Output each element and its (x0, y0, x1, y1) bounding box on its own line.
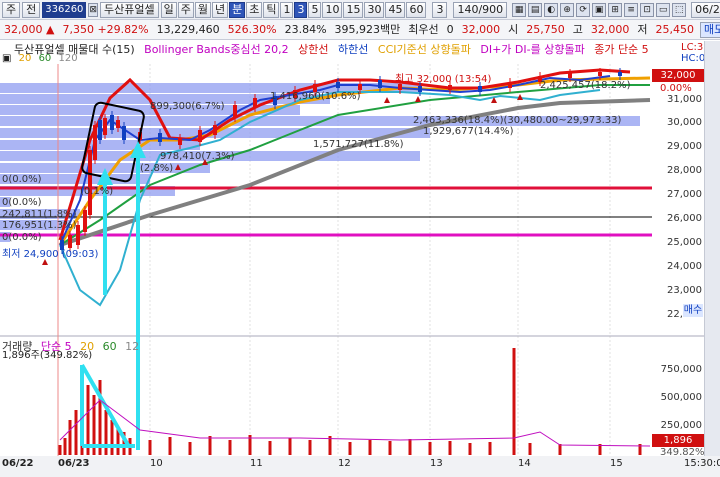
time-tick-label: 14 (518, 458, 531, 469)
volume-bar (110, 420, 114, 455)
price-tick-label: 31,000 (667, 94, 702, 105)
volume-bar (558, 444, 562, 455)
candle-body (83, 210, 87, 232)
volume-bar (268, 441, 272, 455)
candle-body (178, 138, 182, 145)
volume-bar (228, 440, 232, 455)
volume-ma-line (59, 399, 651, 447)
zero-pct-label: 0.00% (660, 83, 692, 94)
vp-label-14: 176,951(1.3%) (2, 220, 77, 231)
volume-bar (74, 410, 78, 455)
volume-scrollbar[interactable] (704, 338, 720, 456)
vp-label-11: (0.1%) (80, 186, 114, 197)
time-tick-label: 10 (150, 458, 163, 469)
low-annotation: 최저 24,900 (09:03) (2, 249, 99, 260)
vp-label-8: 978,410(7.3%) (160, 151, 235, 162)
vp-label-9: (2.8%) (140, 163, 174, 174)
price-tick-label: 29,000 (667, 141, 702, 152)
volume-bar (448, 441, 452, 455)
volume-bar (348, 442, 352, 455)
vp-label-2: 1,416,960(10.6%) (270, 91, 361, 102)
volume-ma60[interactable]: 60 (103, 340, 117, 353)
time-tick-label: 06/22 (2, 458, 34, 469)
candle-body (336, 82, 340, 88)
volume-bar (408, 439, 412, 455)
volume-info: 1,896주(349.82%) (2, 350, 93, 361)
volume-tick-label: 500,000 (660, 392, 702, 403)
candle-body (568, 73, 572, 78)
time-tick-label: 13 (430, 458, 443, 469)
volume-bar (63, 438, 67, 455)
candle-body (110, 115, 114, 130)
candle-body (448, 85, 452, 90)
candle-body (233, 105, 237, 118)
candle-body (378, 80, 382, 88)
candle-body (253, 98, 257, 108)
candle-body (508, 82, 512, 88)
vp-label-13: 242,811(1.8%) (2, 209, 77, 220)
candle-body (478, 86, 482, 92)
volume-tag: 1,896 (652, 434, 704, 447)
time-tick-label: 11 (250, 458, 263, 469)
vp-label-12: 0(0.0%) (2, 197, 42, 208)
candle-body (122, 126, 126, 140)
candle-body (618, 72, 622, 76)
vp-label-1: 899,300(6.7%) (150, 101, 225, 112)
vp-label-7: 1,571,727(11.8%) (313, 139, 404, 150)
volume-bar (488, 442, 492, 455)
price-tick-label: 24,000 (667, 261, 702, 272)
high-annotation: 최고 32,000 (13:54) (395, 74, 492, 85)
volume-pct-tag: 349.82% (660, 447, 705, 458)
volume-bar (148, 440, 152, 455)
volume-bar (168, 437, 172, 455)
candle-body (103, 118, 107, 135)
volume-bar (58, 445, 62, 455)
volume-tick-label: 750,000 (660, 364, 702, 375)
candle-body (98, 120, 102, 140)
volume-tick-label: 250,000 (660, 420, 702, 431)
volume-bar (512, 348, 516, 455)
time-tick-label: 06/23 (58, 458, 90, 469)
vp-label-15: 0(0.0%) (2, 232, 42, 243)
volume-bar (468, 443, 472, 455)
time-tick-label: 15:30:0 (684, 458, 720, 469)
candle-body (213, 125, 217, 135)
time-tick-label: 15 (610, 458, 623, 469)
price-tick-label: 26,000 (667, 213, 702, 224)
volume-bar (388, 441, 392, 455)
price-tick-label: 28,000 (667, 165, 702, 176)
price-chart[interactable] (0, 0, 720, 477)
volume-bar (368, 440, 372, 455)
price-tick-label: 30,000 (667, 117, 702, 128)
buy-button[interactable]: 매수 (683, 304, 703, 317)
price-tick-label: 25,000 (667, 237, 702, 248)
volume-ma120[interactable]: 12 (125, 340, 139, 353)
volume-bar (188, 442, 192, 455)
price-tick-label: 23,000 (667, 285, 702, 296)
vp-label-6: 1,929,677(14.4%) (423, 126, 514, 137)
price-scrollbar[interactable] (704, 41, 720, 338)
price-tick-label: 27,000 (667, 189, 702, 200)
candle-body (116, 120, 120, 128)
candle-body (88, 150, 92, 215)
candle-body (598, 72, 602, 76)
volume-bar (528, 443, 532, 455)
candle-body (158, 133, 162, 142)
candle-body (93, 125, 97, 160)
volume-bar (308, 440, 312, 455)
volume-bar (208, 436, 212, 455)
vp-label-10: 0(0.0%) (2, 174, 42, 185)
candle-body (358, 84, 362, 90)
candle-body (418, 86, 422, 92)
current-price-tag: 32,000 (652, 69, 704, 82)
candle-body (198, 130, 202, 142)
vp-label-5: 2,463,336(18.4%)(30,480.00~29,973.33) (413, 115, 622, 126)
volume-bar (428, 442, 432, 455)
volume-bar (104, 410, 108, 455)
vp-label-4: 2,425,457(18.2%) (540, 80, 631, 91)
time-tick-label: 12 (338, 458, 351, 469)
candle-body (68, 235, 72, 248)
volume-bar (288, 438, 292, 455)
volume-bar (68, 420, 72, 455)
